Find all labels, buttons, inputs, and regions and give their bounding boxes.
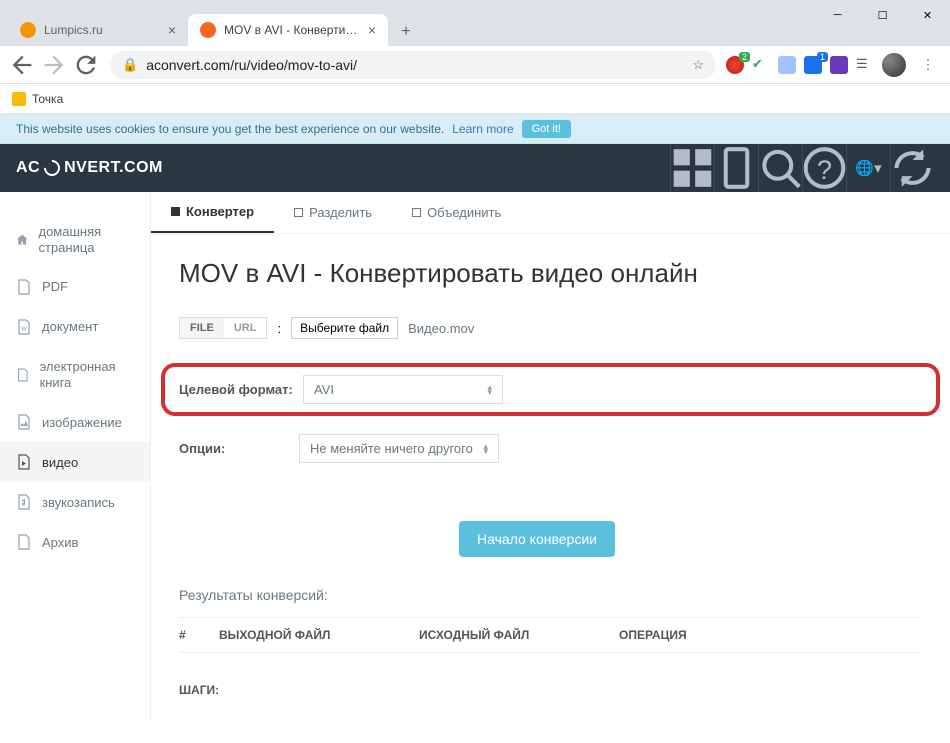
- sidebar-item-home[interactable]: домашняя страница: [0, 212, 150, 267]
- extension-icon[interactable]: ✔: [752, 56, 770, 74]
- learn-more-link[interactable]: Learn more: [452, 122, 513, 136]
- language-icon[interactable]: 🌐▾: [846, 144, 890, 192]
- extension-icon[interactable]: 1: [804, 56, 822, 74]
- tab-convert[interactable]: Конвертер: [151, 192, 274, 233]
- reload-button[interactable]: [72, 51, 100, 79]
- sidebar-item-video[interactable]: видео: [0, 442, 150, 482]
- audio-icon: [16, 494, 32, 510]
- start-conversion-button[interactable]: Начало конверсии: [459, 521, 615, 557]
- video-icon: [16, 454, 32, 470]
- options-select[interactable]: Не меняйте ничего другого ▴▾: [299, 434, 499, 463]
- profile-avatar[interactable]: [882, 53, 906, 77]
- archive-icon: [16, 534, 32, 550]
- browser-tab-lumpics[interactable]: Lumpics.ru ×: [8, 14, 188, 46]
- cookie-text: This website uses cookies to ensure you …: [16, 122, 444, 136]
- document-icon: W: [16, 319, 32, 335]
- caret-icon: ▴▾: [483, 444, 488, 453]
- home-icon: [16, 232, 28, 248]
- bookmark-favicon-icon: [12, 92, 26, 106]
- lock-icon: 🔒: [122, 57, 138, 73]
- sidebar-item-ebook[interactable]: электронная книга: [0, 347, 150, 402]
- cookie-banner: This website uses cookies to ensure you …: [0, 114, 950, 144]
- selected-file-name: Видео.mov: [408, 321, 474, 336]
- caret-icon: ▴▾: [487, 385, 492, 394]
- extension-icon[interactable]: [830, 56, 848, 74]
- logo-icon: [41, 157, 64, 180]
- maximize-button[interactable]: ☐: [860, 0, 905, 30]
- sidebar-item-audio[interactable]: звукозапись: [0, 482, 150, 522]
- col-operation: ОПЕРАЦИЯ: [619, 628, 739, 642]
- target-format-label: Целевой формат:: [179, 382, 303, 397]
- square-icon: [412, 208, 421, 217]
- svg-text:?: ?: [817, 155, 832, 185]
- search-icon[interactable]: [758, 144, 802, 192]
- tab-title: Lumpics.ru: [44, 23, 160, 37]
- reading-list-icon[interactable]: ☰: [856, 56, 874, 74]
- svg-text:W: W: [21, 327, 27, 333]
- favicon-icon: [200, 22, 216, 38]
- target-format-highlight: Целевой формат: AVI ▴▾: [161, 363, 940, 416]
- sidebar-item-image[interactable]: изображение: [0, 402, 150, 442]
- site-logo[interactable]: AC NVERT.COM: [16, 159, 163, 177]
- options-label: Опции:: [179, 441, 299, 456]
- results-title: Результаты конверсий:: [179, 587, 922, 603]
- sidebar-item-document[interactable]: W документ: [0, 307, 150, 347]
- bookmark-item[interactable]: Точка: [12, 92, 63, 106]
- minimize-button[interactable]: ─: [815, 0, 860, 30]
- arrow-right-icon: [40, 51, 68, 79]
- ebook-icon: [16, 367, 30, 383]
- close-tab-icon[interactable]: ×: [168, 22, 176, 38]
- tab-merge[interactable]: Объединить: [392, 192, 521, 233]
- help-icon[interactable]: ?: [802, 144, 846, 192]
- mobile-icon[interactable]: [714, 144, 758, 192]
- close-window-button[interactable]: ✕: [905, 0, 950, 30]
- browser-menu-button[interactable]: ⋮: [914, 51, 942, 79]
- forward-button[interactable]: [40, 51, 68, 79]
- favicon-icon: [20, 22, 36, 38]
- results-table-header: # ВЫХОДНОЙ ФАЙЛ ИСХОДНЫЙ ФАЙЛ ОПЕРАЦИЯ: [179, 617, 922, 653]
- url-text: aconvert.com/ru/video/mov-to-avi/: [146, 57, 357, 73]
- col-number: #: [179, 628, 219, 642]
- sidebar-item-pdf[interactable]: PDF: [0, 267, 150, 307]
- arrow-left-icon: [8, 51, 36, 79]
- sidebar-item-archive[interactable]: Архив: [0, 522, 150, 562]
- refresh-icon[interactable]: [890, 144, 934, 192]
- choose-file-button[interactable]: Выберите файл: [291, 317, 398, 339]
- source-file-tab[interactable]: FILE: [180, 318, 224, 338]
- square-icon: [294, 208, 303, 217]
- square-icon: [171, 207, 180, 216]
- main-content: Конвертер Разделить Объединить MOV в AVI…: [150, 192, 950, 721]
- main-tabs: Конвертер Разделить Объединить: [151, 192, 950, 234]
- grid-icon[interactable]: [670, 144, 714, 192]
- source-url-tab[interactable]: URL: [224, 318, 267, 338]
- back-button[interactable]: [8, 51, 36, 79]
- extension-icon[interactable]: 2: [726, 56, 744, 74]
- pdf-icon: [16, 279, 32, 295]
- tab-split[interactable]: Разделить: [274, 192, 392, 233]
- browser-tabstrip: Lumpics.ru × MOV в AVI - Конвертировать …: [0, 10, 950, 46]
- image-icon: [16, 414, 32, 430]
- page-title: MOV в AVI - Конвертировать видео онлайн: [179, 258, 922, 289]
- close-tab-icon[interactable]: ×: [368, 22, 376, 38]
- tab-title: MOV в AVI - Конвертировать в…: [224, 23, 360, 37]
- source-tabs: FILE URL: [179, 317, 267, 339]
- col-source: ИСХОДНЫЙ ФАЙЛ: [419, 628, 619, 642]
- target-format-select[interactable]: AVI ▴▾: [303, 375, 503, 404]
- col-output: ВЫХОДНОЙ ФАЙЛ: [219, 628, 419, 642]
- sidebar: домашняя страница PDF W документ электро…: [0, 192, 150, 721]
- browser-tab-aconvert[interactable]: MOV в AVI - Конвертировать в… ×: [188, 14, 388, 46]
- site-header: AC NVERT.COM ? 🌐▾: [0, 144, 950, 192]
- steps-heading: ШАГИ:: [179, 683, 922, 697]
- reload-icon: [72, 51, 100, 79]
- new-tab-button[interactable]: +: [392, 18, 420, 46]
- extension-icon[interactable]: [778, 56, 796, 74]
- bookmark-label: Точка: [32, 92, 63, 106]
- url-input[interactable]: 🔒 aconvert.com/ru/video/mov-to-avi/ ☆: [110, 51, 716, 79]
- bookmarks-bar: Точка: [0, 84, 950, 114]
- address-bar: 🔒 aconvert.com/ru/video/mov-to-avi/ ☆ 2 …: [0, 46, 950, 84]
- star-icon[interactable]: ☆: [692, 57, 704, 73]
- got-it-button[interactable]: Got it!: [522, 120, 571, 138]
